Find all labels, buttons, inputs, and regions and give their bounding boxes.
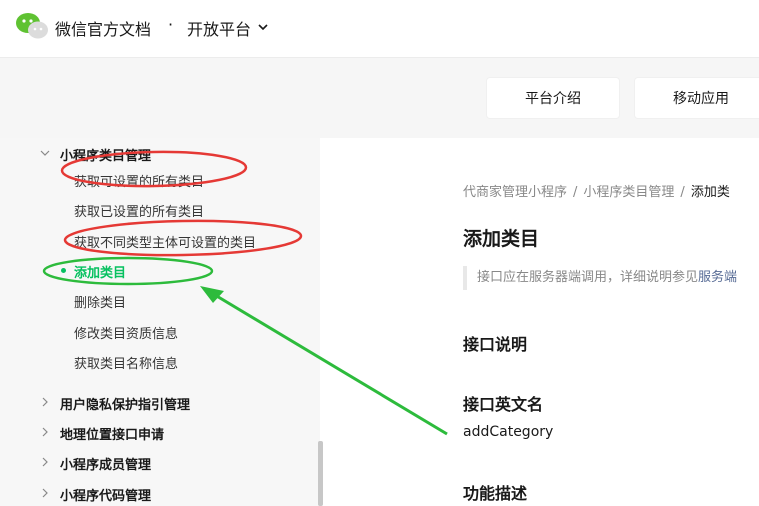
breadcrumb-current: 添加类: [690, 185, 730, 200]
sidebar-group-location-api[interactable]: 地理位置接口申请: [60, 424, 164, 443]
sidebar-item-get-set-categories[interactable]: 获取已设置的所有类目: [74, 201, 204, 220]
chevron-right-icon[interactable]: [40, 427, 50, 437]
sidebar-item-get-category-names[interactable]: 获取类目名称信息: [74, 353, 178, 372]
note-text: 接口应在服务器端调用，详细说明参见: [477, 270, 699, 285]
sidebar-group-privacy[interactable]: 用户隐私保护指引管理: [60, 394, 190, 413]
sidebar: [0, 138, 320, 506]
platform-menu[interactable]: 开放平台: [187, 16, 251, 40]
api-name-value: addCategory: [463, 424, 554, 440]
breadcrumb: 代商家管理小程序 / 小程序类目管理 / 添加类: [463, 181, 730, 200]
breadcrumb-item[interactable]: 代商家管理小程序: [463, 185, 567, 200]
breadcrumb-separator: /: [573, 185, 578, 200]
breadcrumb-separator: /: [680, 185, 685, 200]
header-separator: ·: [168, 15, 174, 34]
page-title: 添加类目: [463, 228, 540, 250]
section-heading-english-name: 接口英文名: [463, 395, 544, 414]
sidebar-group-category-management[interactable]: 小程序类目管理: [60, 145, 151, 164]
section-heading-api: 接口说明: [463, 335, 528, 354]
main-content: 代商家管理小程序 / 小程序类目管理 / 添加类 添加类目 接口应在服务器端调用，详细说…: [320, 138, 759, 506]
sidebar-item-delete-category[interactable]: 删除类目: [74, 292, 126, 311]
sidebar-item-get-all-settable[interactable]: 获取可设置的所有类目: [74, 171, 204, 190]
note-link[interactable]: 服务端: [698, 270, 737, 285]
chevron-down-icon[interactable]: [40, 148, 50, 158]
chevron-right-icon[interactable]: [40, 488, 50, 498]
sidebar-group-code-management[interactable]: 小程序代码管理: [60, 485, 151, 504]
sidebar-item-modify-qualification[interactable]: 修改类目资质信息: [74, 323, 178, 342]
brand-title[interactable]: 微信官方文档: [55, 16, 151, 40]
active-indicator-dot: [61, 268, 66, 273]
subnav-mobile-app[interactable]: 移动应用: [635, 78, 759, 118]
chevron-right-icon[interactable]: [40, 457, 50, 467]
top-bar: 微信官方文档 · 开放平台: [0, 0, 759, 58]
sub-nav-bar: 平台介绍 移动应用: [0, 58, 759, 138]
sidebar-item-get-by-entity-type[interactable]: 获取不同类型主体可设置的类目: [74, 232, 256, 251]
chevron-down-icon[interactable]: [256, 20, 270, 34]
wechat-logo-icon[interactable]: [15, 12, 49, 40]
breadcrumb-item[interactable]: 小程序类目管理: [583, 185, 674, 200]
sidebar-group-members[interactable]: 小程序成员管理: [60, 454, 151, 473]
section-heading-function: 功能描述: [463, 484, 528, 503]
sidebar-item-add-category[interactable]: 添加类目: [74, 262, 126, 281]
chevron-right-icon[interactable]: [40, 397, 50, 407]
info-note: 接口应在服务器端调用，详细说明参见服务端: [463, 266, 759, 290]
subnav-platform-intro[interactable]: 平台介绍: [487, 78, 619, 118]
